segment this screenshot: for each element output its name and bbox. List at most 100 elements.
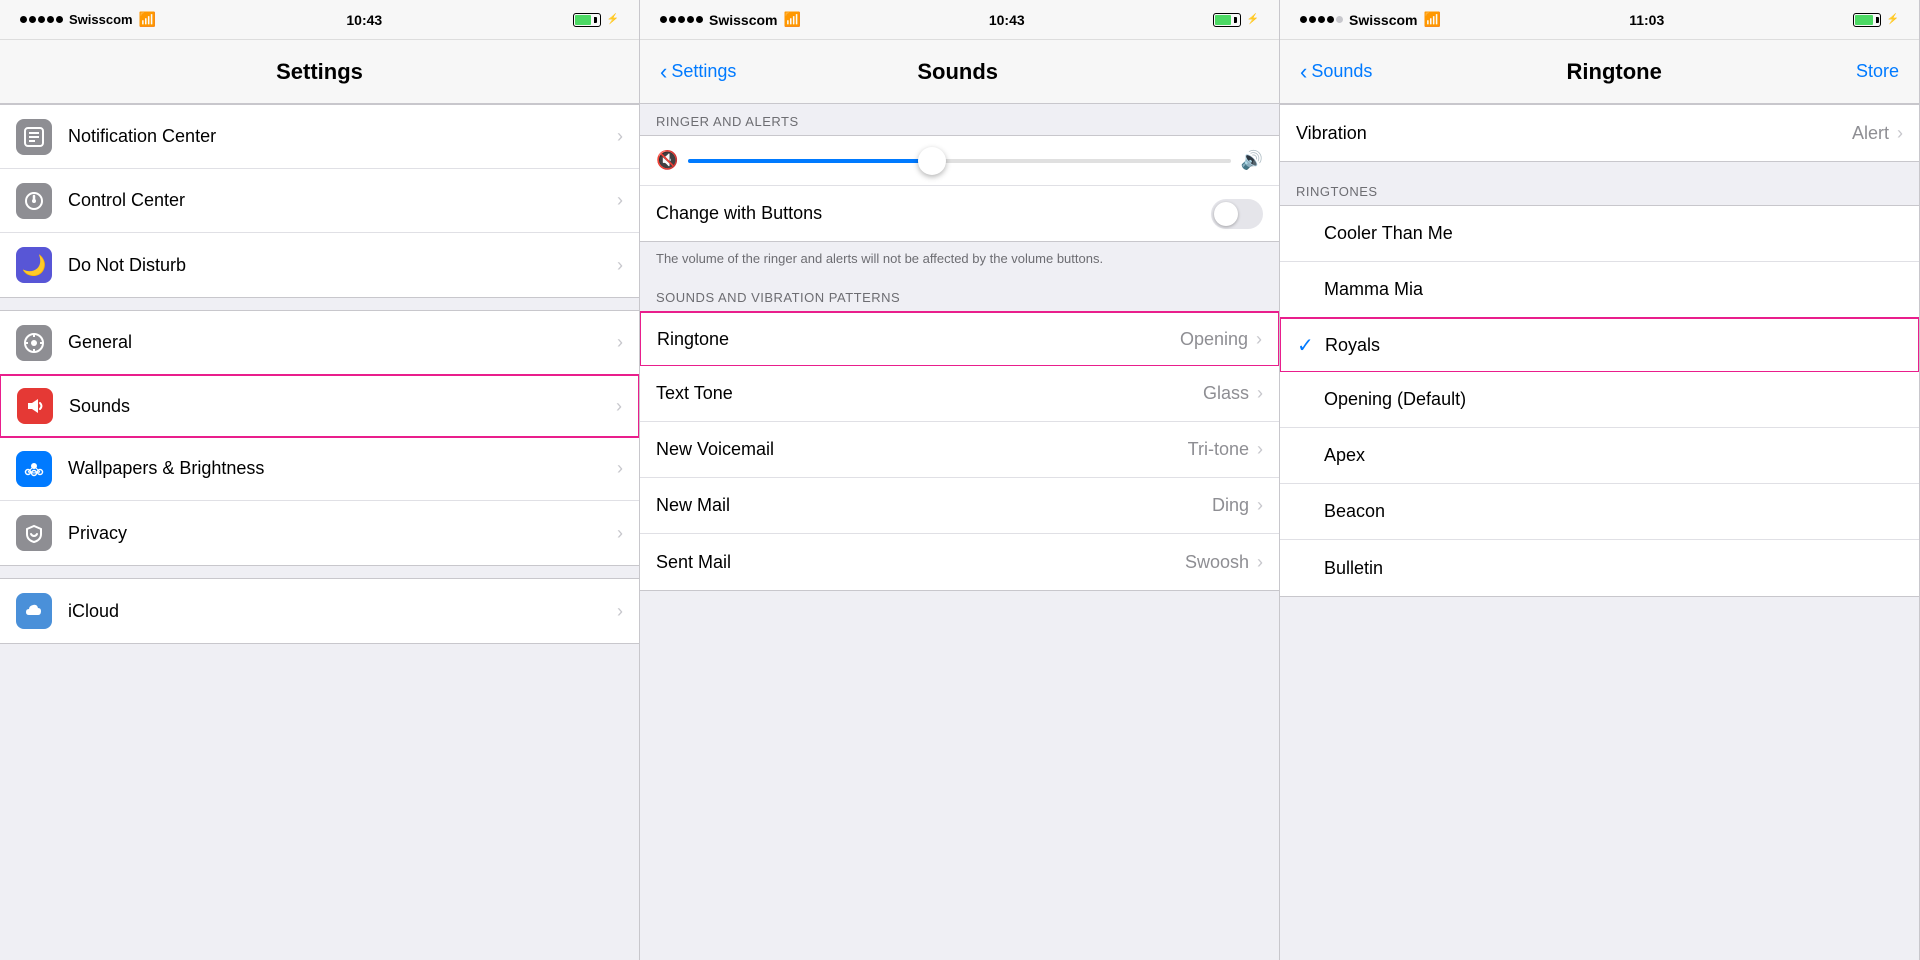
page-title-2: Sounds [917,59,998,85]
ringer-section: 🔇 🔊 Change with Buttons [640,135,1279,242]
general-chevron: › [617,332,623,353]
mamma-mia-label: Mamma Mia [1324,279,1903,300]
text-tone-row[interactable]: Text Tone Glass › [640,366,1279,422]
back-button-2[interactable]: ‹ Settings [660,59,736,85]
dot3 [38,16,45,23]
sent-mail-chevron: › [1257,552,1263,573]
new-mail-row[interactable]: New Mail Ding › [640,478,1279,534]
ringtone-item-opening-default[interactable]: Opening (Default) [1280,372,1919,428]
patterns-section: Ringtone Opening › Text Tone Glass › New… [640,311,1279,591]
status-right-1: ⚡ [573,13,619,27]
settings-section-1: Notification Center › Control Center › 🌙… [0,104,639,298]
general-icon [16,325,52,361]
dot5 [56,16,63,23]
sidebar-item-general[interactable]: General › [0,311,639,375]
new-mail-label: New Mail [656,495,1212,516]
vol-low-icon: 🔇 [656,150,678,171]
royals-check: ✓ [1297,333,1325,358]
control-center-label: Control Center [68,190,617,211]
change-with-buttons-row[interactable]: Change with Buttons [640,185,1279,241]
s3-dot1 [1300,16,1307,23]
sidebar-item-wallpapers[interactable]: Wallpapers & Brightness › [0,437,639,501]
sidebar-item-notification-center[interactable]: Notification Center › [0,105,639,169]
notification-center-label: Notification Center [68,126,617,147]
cooler-than-me-label: Cooler Than Me [1324,223,1903,244]
s3-dot2 [1309,16,1316,23]
ringtone-item-bulletin[interactable]: Bulletin [1280,540,1919,596]
wifi-icon-1: 📶 [139,11,156,28]
change-with-buttons-toggle[interactable] [1211,199,1263,229]
sidebar-item-do-not-disturb[interactable]: 🌙 Do Not Disturb › [0,233,639,297]
general-label: General [68,332,617,353]
time-2: 10:43 [989,12,1025,28]
text-tone-label: Text Tone [656,383,1203,404]
dot1 [20,16,27,23]
battery-tip-1 [594,17,597,23]
time-1: 10:43 [346,12,382,28]
notification-center-chevron: › [617,126,623,147]
ringtone-value: Opening [1180,329,1248,350]
new-mail-chevron: › [1257,495,1263,516]
ringtone-content: Vibration Alert › RINGTONES Cooler Than … [1280,104,1919,960]
status-right-2: ⚡ [1213,13,1259,27]
ringtones-header: RINGTONES [1280,174,1919,205]
wallpapers-icon [16,451,52,487]
ringtone-item-cooler-than-me[interactable]: Cooler Than Me [1280,206,1919,262]
icloud-label: iCloud [68,601,617,622]
new-voicemail-chevron: › [1257,439,1263,460]
ringtone-item-royals[interactable]: ✓ Royals [1280,317,1919,373]
vibration-label: Vibration [1296,123,1852,144]
s3-dot3 [1318,16,1325,23]
wifi-icon-2: 📶 [783,11,800,28]
dot4 [47,16,54,23]
store-button[interactable]: Store [1856,61,1899,82]
bulletin-label: Bulletin [1324,558,1903,579]
back-button-3[interactable]: ‹ Sounds [1300,59,1372,85]
carrier-label-1: Swisscom [69,12,133,27]
charging-icon-3: ⚡ [1887,14,1899,25]
notification-center-icon [16,119,52,155]
sidebar-item-icloud[interactable]: iCloud › [0,579,639,643]
back-arrow-2: ‹ [660,59,667,85]
back-arrow-3: ‹ [1300,59,1307,85]
volume-slider[interactable] [688,159,1230,163]
sent-mail-row[interactable]: Sent Mail Swoosh › [640,534,1279,590]
control-center-chevron: › [617,190,623,211]
back-label-3: Sounds [1311,61,1372,82]
text-tone-chevron: › [1257,383,1263,404]
sidebar-item-control-center[interactable]: Control Center › [0,169,639,233]
vibration-chevron: › [1897,123,1903,144]
sidebar-item-sounds[interactable]: Sounds › [0,374,639,438]
ringtone-item-mamma-mia[interactable]: Mamma Mia [1280,262,1919,318]
vibration-row[interactable]: Vibration Alert › [1280,105,1919,161]
privacy-chevron: › [617,523,623,544]
sent-mail-label: Sent Mail [656,552,1185,573]
signal-dots-1 [20,16,63,23]
do-not-disturb-label: Do Not Disturb [68,255,617,276]
nav-bar-3: ‹ Sounds Ringtone Store [1280,40,1919,104]
wallpapers-label: Wallpapers & Brightness [68,458,617,479]
ringtone-chevron: › [1256,329,1262,350]
icloud-icon [16,593,52,629]
opening-default-label: Opening (Default) [1324,389,1903,410]
ringtone-item-apex[interactable]: Apex [1280,428,1919,484]
sidebar-item-privacy[interactable]: Privacy › [0,501,639,565]
ringtone-row[interactable]: Ringtone Opening › [640,311,1279,367]
text-tone-value: Glass [1203,383,1249,404]
s2-dot4 [687,16,694,23]
do-not-disturb-chevron: › [617,255,623,276]
settings-panel: Swisscom 📶 10:43 ⚡ Settings Notification… [0,0,640,960]
ringtone-item-beacon[interactable]: Beacon [1280,484,1919,540]
carrier-label-3: Swisscom [1349,12,1417,28]
s3-dot5 [1336,16,1343,23]
time-3: 11:03 [1629,12,1664,28]
signal-dots-3 [1300,16,1343,23]
ringtones-list: Cooler Than Me Mamma Mia ✓ Royals Openin… [1280,205,1919,597]
s2-dot2 [669,16,676,23]
wallpapers-chevron: › [617,458,623,479]
new-voicemail-row[interactable]: New Voicemail Tri-tone › [640,422,1279,478]
sent-mail-value: Swoosh [1185,552,1249,573]
ringer-section-header: RINGER AND ALERTS [640,104,1279,135]
status-left-1: Swisscom 📶 [20,11,156,28]
settings-section-2: General › Sounds › Wallpapers & Brightne… [0,310,639,566]
